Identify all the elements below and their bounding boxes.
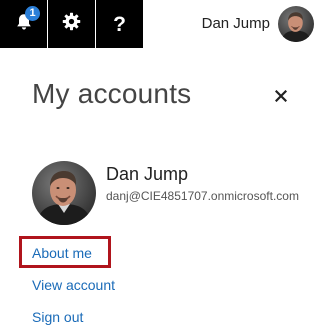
profile-name: Dan Jump — [106, 164, 189, 184]
profile-avatar — [32, 161, 96, 225]
suite-top-bar: 1 ? Dan Jump — [0, 0, 318, 48]
view-account-link[interactable]: View account — [32, 277, 115, 293]
top-bar-user-name: Dan Jump — [201, 15, 270, 32]
notification-count-badge: 1 — [25, 6, 40, 21]
gear-icon — [62, 12, 81, 36]
user-menu-button[interactable]: Dan Jump — [143, 0, 318, 48]
close-icon — [274, 89, 288, 107]
notifications-button[interactable]: 1 — [0, 0, 47, 48]
profile-email: danj@CIE4851707.onmicrosoft.com — [106, 189, 299, 203]
page-title: My accounts — [32, 78, 192, 109]
about-me-link[interactable]: About me — [32, 245, 92, 261]
help-icon: ? — [113, 12, 126, 36]
settings-button[interactable] — [48, 0, 95, 48]
close-button[interactable] — [271, 88, 291, 108]
sign-out-link[interactable]: Sign out — [32, 309, 83, 325]
help-button[interactable]: ? — [96, 0, 143, 48]
account-page: 1 ? Dan Jump My accounts Dan Jump danj@C… — [0, 0, 318, 328]
avatar — [278, 6, 314, 42]
